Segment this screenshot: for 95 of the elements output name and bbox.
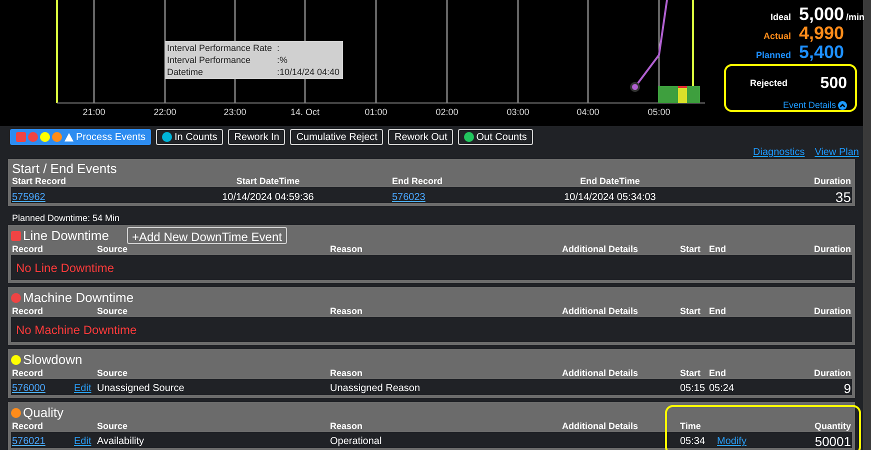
stat-label: Planned bbox=[756, 49, 791, 62]
section-title: Slowdown bbox=[23, 352, 82, 367]
column-header: Start bbox=[680, 244, 701, 254]
column-header: Additional Details bbox=[562, 306, 638, 316]
stat-value: 5,000 bbox=[799, 3, 844, 26]
tooltip-value: : bbox=[277, 42, 280, 54]
column-header: End bbox=[709, 244, 726, 254]
axis-label: 05:00 bbox=[648, 106, 670, 119]
column-header: Reason bbox=[330, 306, 363, 316]
table-cell: Availability bbox=[97, 436, 144, 448]
filter-button[interactable]: Cumulative Reject bbox=[290, 129, 384, 145]
column-header: Source bbox=[97, 421, 128, 431]
column-header: End DateTime bbox=[580, 176, 640, 186]
data-point bbox=[630, 82, 640, 92]
stat-label: Actual bbox=[763, 30, 791, 43]
tooltip-label: Interval Performance bbox=[167, 54, 252, 66]
column-header: Additional Details bbox=[562, 244, 638, 254]
event-details-link[interactable]: Event Details bbox=[782, 99, 847, 112]
table-cell: 05:24 bbox=[709, 383, 734, 394]
add-event-button[interactable]: +Add New DownTime Event bbox=[127, 227, 287, 244]
column-header: Record bbox=[12, 421, 44, 431]
column-header: End Record bbox=[392, 176, 443, 186]
column-header: Start bbox=[680, 368, 701, 378]
table-cell: Unassigned Source bbox=[97, 383, 184, 394]
table-cell-text: 05:34 bbox=[680, 435, 706, 450]
empty-message: No Machine Downtime bbox=[16, 322, 137, 338]
stat-value: 4,990 bbox=[799, 23, 844, 45]
column-header: Duration bbox=[814, 244, 851, 254]
filter-button[interactable]: In Counts bbox=[156, 129, 224, 145]
empty-message: No Line Downtime bbox=[16, 260, 114, 276]
filter-button[interactable]: Process Events bbox=[10, 129, 152, 145]
record-link[interactable]: 576000 bbox=[12, 381, 74, 396]
column-header: Duration bbox=[814, 306, 851, 316]
axis-label: 01:00 bbox=[364, 106, 388, 119]
axis-label: 23:00 bbox=[224, 106, 246, 119]
tooltip-value: :% bbox=[277, 54, 288, 66]
column-header: Additional Details bbox=[562, 421, 638, 431]
column-header: End bbox=[709, 368, 726, 378]
table-cell: Unassigned Reason bbox=[330, 383, 420, 394]
section-title: Machine Downtime bbox=[23, 290, 134, 305]
modify-link[interactable]: Modify bbox=[717, 434, 746, 450]
axis-label: 22:00 bbox=[154, 106, 176, 119]
column-header: Record bbox=[12, 244, 44, 254]
table-cell: Operational bbox=[330, 436, 382, 448]
axis-label: 21:00 bbox=[82, 106, 106, 119]
planned-downtime-label: Planned Downtime: 54 Min bbox=[12, 212, 120, 225]
column-header: Duration bbox=[814, 176, 851, 186]
table-cell: 05:15 bbox=[680, 383, 706, 394]
section-title: Start / End Events bbox=[11, 161, 118, 176]
table-cell: 10/14/2024 05:34:03 bbox=[564, 192, 656, 203]
filter-button[interactable]: Out Counts bbox=[458, 129, 533, 145]
section-title: Quality bbox=[23, 405, 64, 420]
unit-label: /min bbox=[846, 11, 865, 24]
edit-link[interactable]: Edit bbox=[74, 381, 92, 396]
column-header: Quantity bbox=[814, 421, 851, 431]
tooltip-label: Datetime bbox=[167, 66, 204, 78]
axis-label: 04:00 bbox=[576, 106, 600, 119]
table-cell: 35 bbox=[835, 189, 851, 205]
column-header: Start Record bbox=[12, 176, 66, 186]
column-header: Time bbox=[680, 421, 701, 431]
tooltip-label: Interval Performance Rate bbox=[167, 42, 274, 54]
column-header: Reason bbox=[330, 368, 363, 378]
record-link[interactable]: 576021 bbox=[12, 434, 74, 450]
filter-button[interactable]: Rework Out bbox=[388, 129, 454, 145]
rejected-value: 500 bbox=[820, 74, 847, 94]
column-header: Additional Details bbox=[562, 368, 638, 378]
table-cell: 9 bbox=[844, 381, 851, 396]
table-cell: 10/14/2024 04:59:36 bbox=[222, 192, 314, 203]
column-header: Start bbox=[680, 306, 701, 316]
nav-link[interactable]: Diagnostics bbox=[753, 145, 805, 159]
stat-label: Ideal bbox=[770, 11, 791, 24]
rejected-label: Rejected bbox=[750, 77, 788, 90]
filter-button[interactable]: Rework In bbox=[228, 129, 286, 145]
record-link[interactable]: 575962 bbox=[12, 192, 46, 203]
axis-label: 03:00 bbox=[506, 106, 530, 119]
column-header: Record bbox=[12, 368, 44, 378]
table-cell: 50001 bbox=[814, 434, 851, 449]
axis-label: 14. Oct bbox=[290, 106, 320, 119]
column-header: Reason bbox=[330, 244, 363, 254]
section-title: Line Downtime bbox=[23, 228, 109, 243]
column-header: Source bbox=[97, 368, 128, 378]
record-link[interactable]: 576023 bbox=[392, 192, 426, 203]
scrollbar[interactable] bbox=[863, 0, 871, 450]
column-header: Duration bbox=[814, 368, 851, 378]
column-header: Source bbox=[97, 244, 128, 254]
nav-link[interactable]: View Plan bbox=[814, 145, 859, 159]
axis-label: 02:00 bbox=[436, 106, 458, 119]
column-header: Source bbox=[97, 306, 128, 316]
stat-value: 5,400 bbox=[799, 42, 844, 64]
column-header: Reason bbox=[330, 421, 363, 431]
column-header: Record bbox=[12, 306, 44, 316]
column-header: Start DateTime bbox=[236, 176, 300, 186]
tooltip-value: :10/14/24 04:40 bbox=[277, 66, 340, 78]
column-header: End bbox=[709, 306, 726, 316]
edit-link[interactable]: Edit bbox=[74, 434, 92, 450]
